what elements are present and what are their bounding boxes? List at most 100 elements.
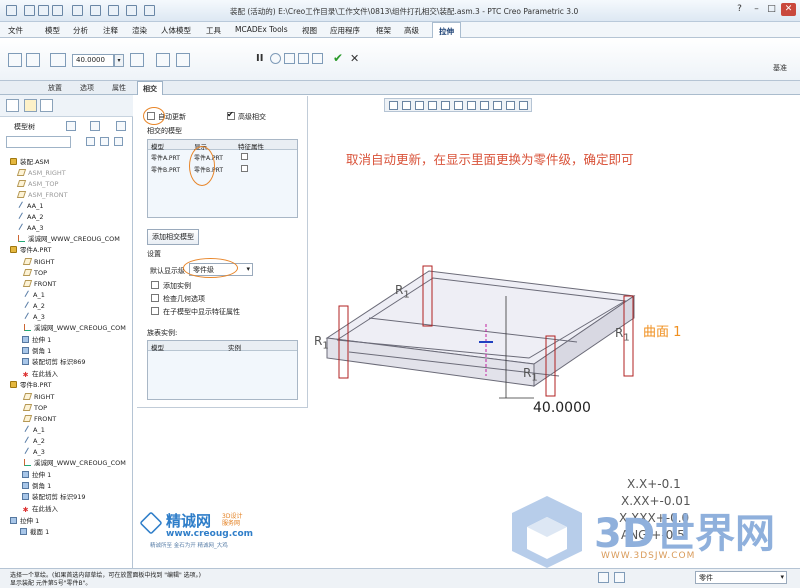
menu-analysis[interactable]: 分析 [73,25,88,36]
close-window-icon[interactable] [144,5,155,16]
windows-icon[interactable] [126,5,137,16]
row2-feature-checkbox[interactable] [241,165,248,172]
surface-icon[interactable] [26,53,40,67]
depth-dropdown[interactable]: ▾ [114,54,124,67]
cancel-icon[interactable]: ✕ [350,52,359,65]
tree-item[interactable]: 溪诚网_WWW_CREOUG_COM [24,323,126,333]
menu-render[interactable]: 渲染 [132,25,147,36]
menu-tools[interactable]: 工具 [206,25,221,36]
tree-item[interactable]: A_3 [24,312,45,322]
thicken-icon[interactable] [176,53,190,67]
row2-model[interactable]: 零件B.PRT [151,165,180,174]
add-intersect-model-button[interactable]: 添加相交模型 [147,229,199,245]
tree-item[interactable]: 零件B.PRT [10,380,51,390]
tree-item[interactable]: ASM_FRONT [16,190,68,200]
tree-item[interactable]: 倒角 1 [22,481,51,491]
tree-item[interactable]: A_1 [24,290,45,300]
pause-icon[interactable]: II [256,53,263,64]
menu-file[interactable]: 文件 [8,25,23,36]
no-preview-icon[interactable] [270,53,281,64]
tree-item[interactable]: 拉伸 1 [22,335,51,345]
depth-type-icon[interactable] [50,53,66,67]
maximize-button[interactable]: □ [764,3,779,16]
favorites-icon[interactable] [40,99,53,112]
tree-item[interactable]: 零件A.PRT [10,245,51,255]
remove-material-icon[interactable] [156,53,170,67]
tree-item[interactable]: 截面 1 [20,527,49,537]
menu-extrude[interactable]: 拉伸 [432,22,461,38]
flip-direction-icon[interactable] [130,53,144,67]
tree-item[interactable]: ✱ 在此插入 [22,369,58,379]
model-tree-tab-icon[interactable] [6,99,19,112]
tree-item[interactable]: AA_2 [18,212,43,222]
verify-icon[interactable] [298,53,309,64]
tree-item[interactable]: RIGHT [22,392,54,402]
datum-label[interactable]: 基准 [773,63,787,73]
open-icon[interactable] [38,5,49,16]
tree-item[interactable]: A_3 [24,447,45,457]
menu-applications[interactable]: 应用程序 [330,25,360,36]
tree-item[interactable]: A_1 [24,425,45,435]
tree-item[interactable]: TOP [22,403,47,413]
tree-item[interactable]: TOP [22,268,47,278]
tab-properties[interactable]: 属性 [112,83,126,93]
find-icon[interactable] [86,137,95,146]
selection-filter-select[interactable]: 零件 [695,571,787,584]
search-input[interactable] [6,136,71,148]
graphics-area[interactable]: 取消自动更新，在显示里面更换为零件级，确定即可 R1 R1 R1 R1 曲面 1… [309,96,800,568]
show-feature-props-checkbox[interactable] [151,307,159,315]
menu-view[interactable]: 视图 [302,25,317,36]
tree-item[interactable]: ASM_RIGHT [16,168,66,178]
tree-item[interactable]: ASM_TOP [16,179,58,189]
tree-settings-icon[interactable] [66,121,76,131]
tree-item[interactable]: 装配切剪 标识919 [22,492,85,502]
tree-item[interactable]: A_2 [24,436,45,446]
depth-dimension[interactable]: 40.0000 [533,400,591,416]
tab-placement[interactable]: 放置 [48,83,62,93]
menu-annotate[interactable]: 注释 [103,25,118,36]
tree-filters-icon[interactable] [116,121,126,131]
add-instance-checkbox[interactable] [151,281,159,289]
preview-icon[interactable] [284,53,295,64]
tree-item[interactable]: FRONT [22,414,56,424]
tree-item[interactable]: RIGHT [22,257,54,267]
tree-show-icon[interactable] [90,121,100,131]
row1-model[interactable]: 零件A.PRT [151,153,180,162]
menu-model[interactable]: 模型 [45,25,60,36]
menu-mcadex[interactable]: MCADEx Tools [235,25,288,34]
tree-item[interactable]: AA_3 [18,223,43,233]
menu-advanced[interactable]: 高级 [404,25,419,36]
tree-item[interactable]: A_2 [24,301,45,311]
tab-intersect[interactable]: 相交 [137,81,163,95]
menu-manikin[interactable]: 人体模型 [161,25,191,36]
glasses-icon[interactable] [312,53,323,64]
help-icon[interactable]: ? [732,3,747,16]
advanced-intersect-checkbox[interactable] [227,110,235,120]
find-binoculars-icon[interactable] [598,572,609,583]
redo-icon[interactable] [90,5,101,16]
close-button[interactable]: ✕ [781,3,796,16]
regenerate-icon[interactable] [108,5,119,16]
tree-item[interactable]: ✱ 在此插入 [22,504,58,514]
tab-options[interactable]: 选项 [80,83,94,93]
ok-icon[interactable]: ✔ [333,51,343,65]
tree-item[interactable]: FRONT [22,279,56,289]
new-icon[interactable] [24,5,35,16]
tree-item[interactable]: 溪诚网_WWW_CREOUG_COM [18,234,120,244]
check-geometry-checkbox[interactable] [151,294,159,302]
tree-item[interactable]: AA_1 [18,201,43,211]
folder-browser-icon[interactable] [24,99,37,112]
tree-item[interactable]: 溪诚网_WWW_CREOUG_COM [24,458,126,468]
tree-item[interactable]: 拉伸 1 [10,516,39,526]
tree-item[interactable]: 装配.ASM [10,157,49,167]
undo-icon[interactable] [72,5,83,16]
tree-options-icon[interactable] [114,137,123,146]
depth-input[interactable]: 40.0000 [72,54,114,67]
tree-item[interactable]: 拉伸 1 [22,470,51,480]
save-icon[interactable] [52,5,63,16]
tree-item[interactable]: 倒角 1 [22,346,51,356]
filter-icon[interactable] [100,137,109,146]
selection-icon[interactable] [614,572,625,583]
solid-icon[interactable] [8,53,22,67]
menu-framework[interactable]: 框架 [376,25,391,36]
